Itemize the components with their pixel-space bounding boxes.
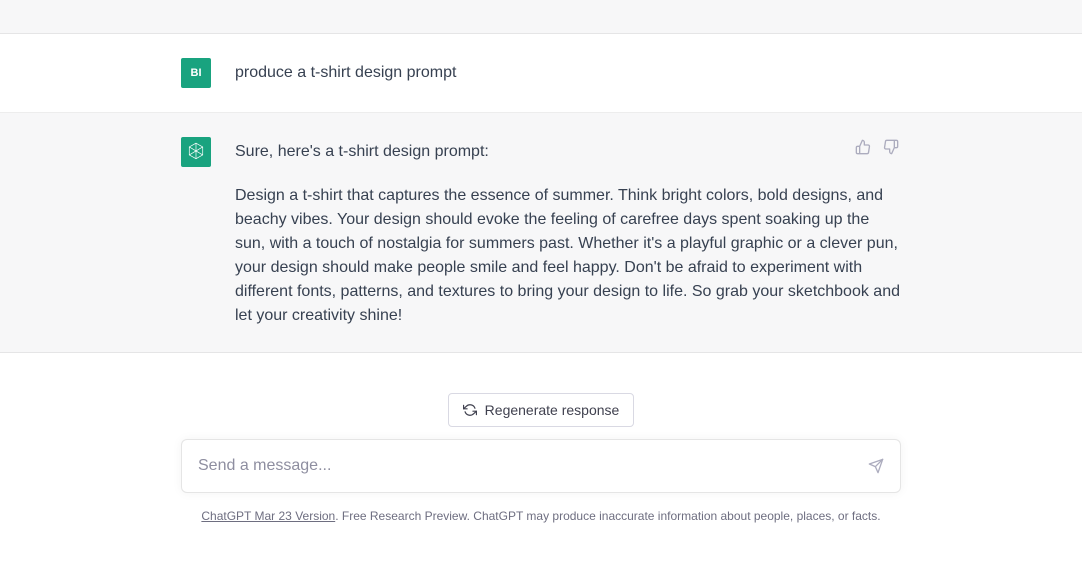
send-button[interactable] (864, 454, 888, 478)
assistant-message-content: Sure, here's a t-shirt design prompt: De… (235, 137, 901, 328)
assistant-body-text: Design a t-shirt that captures the essen… (235, 184, 901, 328)
user-avatar: BI (181, 58, 211, 88)
bottom-area: Regenerate response ChatGPT Mar 23 Versi… (0, 353, 1082, 545)
thumbs-down-button[interactable] (881, 137, 901, 157)
send-icon (868, 458, 884, 474)
feedback-buttons (853, 137, 901, 157)
message-input-box[interactable] (181, 439, 901, 493)
footer-disclaimer: . Free Research Preview. ChatGPT may pro… (335, 509, 880, 523)
regenerate-icon (463, 403, 477, 417)
assistant-intro-text: Sure, here's a t-shirt design prompt: (235, 140, 901, 164)
thumbs-up-button[interactable] (853, 137, 873, 157)
openai-logo-icon (185, 141, 207, 163)
thumbs-down-icon (883, 139, 899, 155)
top-bar (0, 0, 1082, 34)
regenerate-button[interactable]: Regenerate response (448, 393, 635, 427)
user-message-row: BI produce a t-shirt design prompt (0, 34, 1082, 113)
user-avatar-text: BI (191, 65, 202, 82)
version-link[interactable]: ChatGPT Mar 23 Version (201, 509, 335, 523)
regenerate-label: Regenerate response (485, 402, 620, 418)
user-message-text: produce a t-shirt design prompt (235, 61, 901, 85)
assistant-message-row: Sure, here's a t-shirt design prompt: De… (0, 113, 1082, 353)
footer-text: ChatGPT Mar 23 Version. Free Research Pr… (181, 507, 901, 525)
assistant-avatar (181, 137, 211, 167)
thumbs-up-icon (855, 139, 871, 155)
user-message-content: produce a t-shirt design prompt (235, 58, 901, 88)
message-input[interactable] (198, 457, 852, 475)
